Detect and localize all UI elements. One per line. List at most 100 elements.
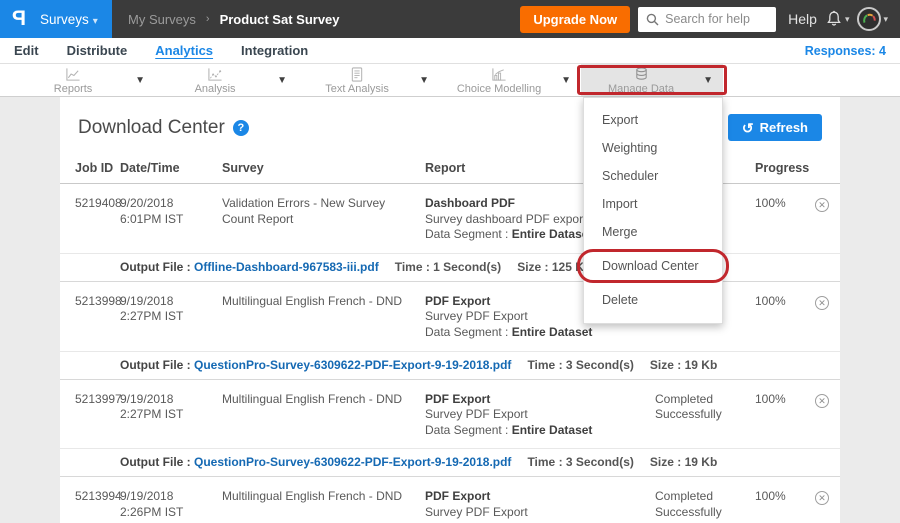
menu-item-weighting[interactable]: Weighting bbox=[584, 134, 722, 162]
refresh-icon: ↺ bbox=[742, 121, 754, 135]
cell-actions: ✕ bbox=[815, 184, 840, 253]
cell-datetime: 9/20/2018 6:01PM IST bbox=[120, 184, 222, 253]
job-row: 5213994 9/19/2018 2:26PM IST Multilingua… bbox=[60, 477, 840, 523]
help-icon[interactable]: ? bbox=[233, 120, 249, 136]
data-segment: Data Segment : Entire Dataset bbox=[425, 423, 647, 439]
menu-item-delete[interactable]: Delete bbox=[584, 286, 722, 314]
cancel-job-icon[interactable]: ✕ bbox=[815, 296, 829, 310]
menu-item-import[interactable]: Import bbox=[584, 190, 722, 218]
account-menu-button[interactable]: ▾ bbox=[857, 7, 888, 31]
toolbar-group-manage-data: Manage Data ▼ bbox=[581, 64, 723, 96]
cell-report: PDF Export Survey PDF Export Data Segmen… bbox=[425, 380, 655, 449]
cancel-job-icon[interactable]: ✕ bbox=[815, 491, 829, 505]
brand-area: P Surveys▾ bbox=[0, 0, 112, 38]
analysis-button[interactable]: Analysis bbox=[155, 65, 275, 95]
col-header-actions bbox=[815, 153, 840, 183]
menu-item-export[interactable]: Export bbox=[584, 106, 722, 134]
cell-job-id: 5213998 bbox=[75, 282, 120, 351]
menu-item-download-center[interactable]: Download Center bbox=[584, 246, 722, 286]
tab-distribute[interactable]: Distribute bbox=[67, 43, 128, 58]
search-input[interactable] bbox=[665, 12, 768, 26]
menu-item-merge[interactable]: Merge bbox=[584, 218, 722, 246]
choice-modelling-button[interactable]: Choice Modelling bbox=[439, 65, 559, 95]
tab-analytics[interactable]: Analytics bbox=[155, 43, 213, 58]
toolbar-label: Analysis bbox=[195, 83, 236, 95]
col-header-progress: Progress bbox=[755, 153, 815, 183]
table-row: 5213994 9/19/2018 2:26PM IST Multilingua… bbox=[60, 477, 840, 523]
reports-button[interactable]: Reports bbox=[13, 65, 133, 95]
upgrade-now-button[interactable]: Upgrade Now bbox=[520, 6, 630, 33]
cell-job-id: 5219408 bbox=[75, 184, 120, 253]
chevron-down-icon[interactable]: ▼ bbox=[701, 75, 723, 86]
cell-survey: Multilingual English French - DND bbox=[222, 282, 425, 351]
chevron-down-icon: ▾ bbox=[845, 14, 850, 25]
toolbar-label: Manage Data bbox=[608, 83, 674, 95]
scatter-chart-icon bbox=[207, 67, 223, 82]
output-time: Time : 1 Second(s) bbox=[395, 260, 501, 274]
table-body: 5219408 9/20/2018 6:01PM IST Validation … bbox=[60, 184, 840, 523]
chevron-down-icon[interactable]: ▼ bbox=[559, 75, 581, 86]
panel-header: Download Center ? ↺ Refresh bbox=[60, 97, 840, 153]
cell-progress: 100% bbox=[755, 380, 815, 449]
manage-data-button[interactable]: Manage Data bbox=[581, 65, 701, 95]
page-title: Download Center bbox=[78, 117, 225, 139]
cell-survey: Multilingual English French - DND bbox=[222, 380, 425, 449]
surveys-menu[interactable]: Surveys▾ bbox=[40, 12, 98, 27]
job-row: 5213997 9/19/2018 2:27PM IST Multilingua… bbox=[60, 380, 840, 449]
output-file-label: Output File : bbox=[120, 455, 194, 469]
refresh-button[interactable]: ↺ Refresh bbox=[728, 114, 822, 141]
report-title: PDF Export bbox=[425, 489, 647, 505]
cell-report: PDF Export Survey PDF Export Data Segmen… bbox=[425, 477, 655, 523]
breadcrumb: My Surveys › Product Sat Survey bbox=[128, 0, 340, 38]
analytics-toolbar: Reports ▼ Analysis ▼ Text Analysis ▼ Cho… bbox=[0, 63, 900, 97]
cell-datetime: 9/19/2018 2:26PM IST bbox=[120, 477, 222, 523]
chevron-down-icon[interactable]: ▼ bbox=[275, 75, 297, 86]
tab-edit[interactable]: Edit bbox=[14, 43, 39, 58]
cell-survey: Validation Errors - New Survey Count Rep… bbox=[222, 184, 425, 253]
tab-integration[interactable]: Integration bbox=[241, 43, 308, 58]
output-file-link[interactable]: Offline-Dashboard-967583-iii.pdf bbox=[194, 260, 379, 274]
questionpro-logo: P bbox=[12, 7, 26, 31]
table-header-row: Job ID Date/Time Survey Report Progress bbox=[60, 153, 840, 184]
breadcrumb-separator-icon: › bbox=[206, 13, 210, 25]
output-file-link[interactable]: QuestionPro-Survey-6309622-PDF-Export-9-… bbox=[194, 455, 511, 469]
cell-status: Completed Successfully bbox=[655, 477, 755, 523]
job-row: 5219408 9/20/2018 6:01PM IST Validation … bbox=[60, 184, 840, 253]
cell-progress: 100% bbox=[755, 184, 815, 253]
breadcrumb-my-surveys[interactable]: My Surveys bbox=[128, 12, 196, 27]
top-bar: P Surveys▾ My Surveys › Product Sat Surv… bbox=[0, 0, 900, 38]
toolbar-label: Choice Modelling bbox=[457, 83, 541, 95]
content-area: Download Center ? ↺ Refresh Job ID Date/… bbox=[0, 97, 900, 523]
output-file-link[interactable]: QuestionPro-Survey-6309622-PDF-Export-9-… bbox=[194, 358, 511, 372]
topbar-actions: Upgrade Now Help ▾ bbox=[520, 0, 900, 38]
cancel-job-icon[interactable]: ✕ bbox=[815, 394, 829, 408]
output-size: Size : 19 Kb bbox=[650, 358, 717, 372]
cancel-job-icon[interactable]: ✕ bbox=[815, 198, 829, 212]
help-link[interactable]: Help bbox=[788, 11, 817, 27]
output-file-row: Output File : QuestionPro-Survey-6309622… bbox=[60, 448, 840, 476]
toolbar-label: Reports bbox=[54, 83, 93, 95]
chevron-down-icon[interactable]: ▼ bbox=[133, 75, 155, 86]
data-segment: Data Segment : Entire Dataset bbox=[425, 325, 647, 341]
col-header-job-id: Job ID bbox=[75, 153, 120, 183]
document-icon bbox=[350, 67, 364, 82]
toolbar-group-reports: Reports ▼ bbox=[13, 64, 155, 96]
toolbar-label: Text Analysis bbox=[325, 83, 389, 95]
cell-datetime: 9/19/2018 2:27PM IST bbox=[120, 282, 222, 351]
menu-item-scheduler[interactable]: Scheduler bbox=[584, 162, 722, 190]
toolbar-group-analysis: Analysis ▼ bbox=[155, 64, 297, 96]
survey-nav: Edit Distribute Analytics Integration Re… bbox=[0, 38, 900, 63]
text-analysis-button[interactable]: Text Analysis bbox=[297, 65, 417, 95]
chevron-down-icon: ▾ bbox=[883, 14, 888, 25]
avatar bbox=[857, 7, 881, 31]
help-search bbox=[638, 7, 776, 32]
notifications-button[interactable]: ▾ bbox=[825, 10, 850, 28]
cell-actions: ✕ bbox=[815, 282, 840, 351]
download-center-panel: Download Center ? ↺ Refresh Job ID Date/… bbox=[60, 97, 840, 523]
responses-count: Responses: 4 bbox=[805, 44, 886, 58]
report-desc: Survey PDF Export bbox=[425, 505, 647, 521]
manage-data-menu: Export Weighting Scheduler Import Merge … bbox=[583, 97, 723, 324]
output-file-label: Output File : bbox=[120, 358, 194, 372]
chevron-down-icon[interactable]: ▼ bbox=[417, 75, 439, 86]
cell-datetime: 9/19/2018 2:27PM IST bbox=[120, 380, 222, 449]
